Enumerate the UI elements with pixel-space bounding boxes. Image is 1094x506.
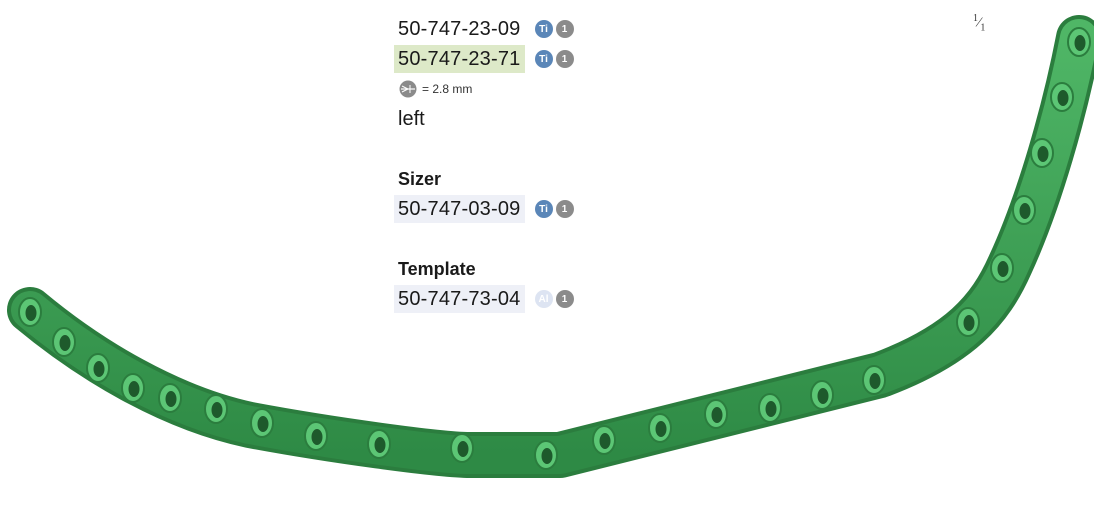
plate-code-row: 50-747-23-09 Ti 1 bbox=[398, 14, 574, 44]
material-badge: Al bbox=[534, 290, 553, 308]
screw-hole-inner bbox=[1074, 35, 1086, 51]
plate-code-row: 50-747-23-71 Ti 1 bbox=[394, 44, 574, 74]
screw-hole-inner bbox=[211, 402, 223, 418]
screw-hole-inner bbox=[655, 421, 667, 437]
screw-hole-inner bbox=[59, 335, 71, 351]
screw-hole-inner bbox=[374, 437, 386, 453]
screw-hole-inner bbox=[128, 381, 140, 397]
screw-hole-inner bbox=[93, 361, 105, 377]
screw-hole-inner bbox=[711, 407, 723, 423]
material-badge: Ti bbox=[534, 200, 553, 218]
screw-hole-inner bbox=[963, 315, 975, 331]
quantity-badge: 1 bbox=[555, 200, 574, 218]
screw-hole-inner bbox=[25, 305, 37, 321]
screw-hole-inner bbox=[165, 391, 177, 407]
template-code-row: 50-747-73-04 Al 1 bbox=[394, 284, 574, 314]
side-label: left bbox=[398, 108, 425, 130]
drill-diameter-text: = 2.8 mm bbox=[422, 82, 473, 96]
article-number[interactable]: 50-747-73-04 bbox=[394, 285, 525, 313]
quantity-badge: 1 bbox=[555, 290, 574, 308]
quantity-badge: 1 bbox=[555, 50, 574, 68]
scale-denominator: 1 bbox=[980, 22, 986, 34]
scale-indicator: 1⁄1 bbox=[973, 13, 986, 34]
screw-hole-inner bbox=[997, 261, 1009, 277]
product-info: 50-747-23-09 Ti 1 50-747-23-71 Ti 1 = 2.… bbox=[394, 14, 574, 314]
screw-hole-inner bbox=[311, 429, 323, 445]
scale-numerator: 1 bbox=[973, 13, 978, 24]
drill-diameter-icon bbox=[399, 80, 417, 98]
quantity-badge: 1 bbox=[555, 20, 574, 38]
drill-diameter-row: = 2.8 mm bbox=[398, 74, 574, 104]
article-number[interactable]: 50-747-23-09 bbox=[394, 15, 525, 43]
article-number[interactable]: 50-747-03-09 bbox=[394, 195, 525, 223]
screw-hole-inner bbox=[1037, 146, 1049, 162]
screw-hole-inner bbox=[457, 441, 469, 457]
screw-hole-inner bbox=[817, 388, 829, 404]
template-heading: Template bbox=[398, 258, 476, 279]
sizer-code-row: 50-747-03-09 Ti 1 bbox=[394, 194, 574, 224]
screw-hole-inner bbox=[1057, 90, 1069, 106]
material-badge: Ti bbox=[534, 20, 553, 38]
screw-hole-inner bbox=[869, 373, 881, 389]
material-badge: Ti bbox=[534, 50, 553, 68]
article-number[interactable]: 50-747-23-71 bbox=[394, 45, 525, 73]
screw-hole-inner bbox=[541, 448, 553, 464]
screw-hole-inner bbox=[257, 416, 269, 432]
sizer-heading: Sizer bbox=[398, 168, 442, 189]
screw-hole-inner bbox=[765, 401, 777, 417]
screw-hole-inner bbox=[599, 433, 611, 449]
screw-hole-inner bbox=[1019, 203, 1031, 219]
